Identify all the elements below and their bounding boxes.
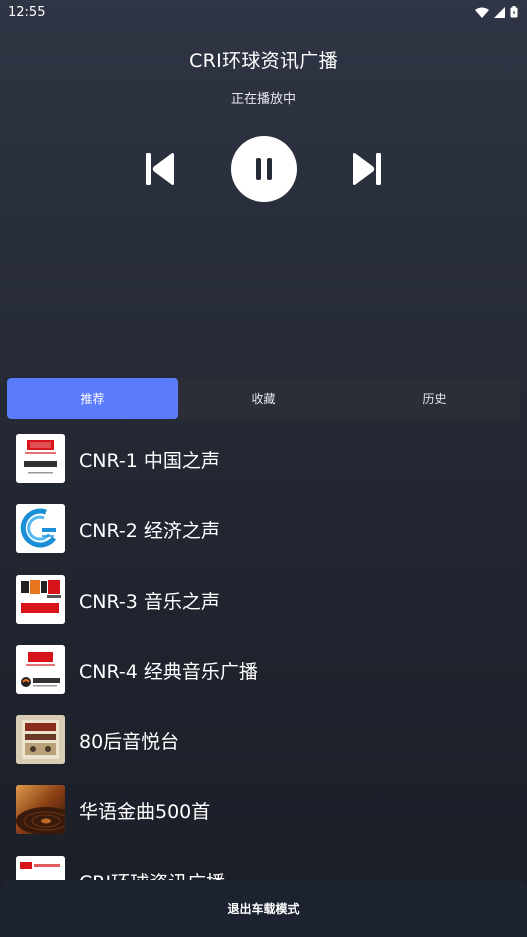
tab-history[interactable]: 历史 [349, 378, 520, 419]
cnr1-logo-icon [16, 434, 65, 483]
skip-previous-icon [146, 153, 174, 185]
tab-favorites[interactable]: 收藏 [178, 378, 349, 419]
playback-status: 正在播放中 [230, 92, 296, 107]
station-title: CRI环球资讯广播 [189, 50, 338, 72]
station-name: CNR-3 音乐之声 [79, 590, 220, 613]
station-name: 华语金曲500首 [79, 801, 211, 824]
exit-car-mode-button[interactable]: 退出车载模式 [0, 880, 527, 937]
signal-icon [494, 6, 505, 18]
station-name: CNR-1 中国之声 [79, 450, 220, 472]
station-item[interactable]: CNR-3 音乐之声 [0, 565, 527, 635]
cnr3-logo-icon [16, 574, 65, 624]
station-name: CNR-4 经典音乐广播 [79, 660, 258, 683]
status-time: 12:55 [8, 4, 46, 20]
tab-recommended[interactable]: 推荐 [7, 378, 178, 419]
vinyl-logo-icon [16, 785, 65, 835]
station-item[interactable]: CNR-2 经济之声 [0, 494, 527, 564]
status-bar: 12:55 [0, 0, 527, 24]
playback-controls [0, 136, 527, 202]
station-item[interactable]: CNR-1 中国之声 [0, 424, 527, 494]
status-icons [475, 6, 518, 18]
battery-icon [510, 6, 518, 18]
next-button[interactable] [348, 150, 386, 188]
station-item[interactable]: 80后音悦台 [0, 705, 527, 775]
station-list: CNR-1 中国之声 CNR-2 经济之声 CNR-3 音乐之声 CNR-4 经… [0, 424, 527, 880]
station-name: CNR-2 经济之声 [79, 520, 220, 543]
station-item[interactable]: CNR-4 经典音乐广播 [0, 635, 527, 705]
skip-next-icon [353, 153, 381, 185]
cnr2-logo-icon [16, 504, 65, 554]
station-name: CRI环球资讯广播 [79, 868, 225, 880]
previous-button[interactable] [141, 150, 179, 188]
wifi-icon [475, 7, 489, 18]
80s-logo-icon [16, 715, 65, 765]
station-item[interactable]: 华语金曲500首 [0, 775, 527, 845]
station-item[interactable]: CRI环球资讯广播 [0, 846, 527, 880]
category-tabs: 推荐 收藏 历史 [7, 378, 520, 419]
pause-button[interactable] [231, 136, 297, 202]
station-name: 80后音悦台 [79, 731, 180, 754]
cnr4-logo-icon [16, 644, 65, 694]
pause-icon [256, 158, 272, 180]
cri-logo-icon [16, 855, 65, 880]
